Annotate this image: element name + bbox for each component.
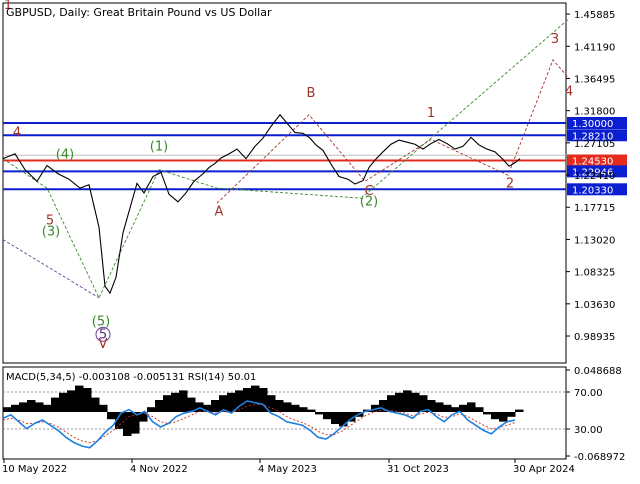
macd-bar	[19, 402, 28, 412]
macd-bar	[3, 407, 12, 412]
macd-bar	[331, 412, 340, 424]
macd-bar	[491, 412, 500, 420]
wave-label: (3)	[42, 224, 60, 239]
macd-bar	[211, 400, 220, 412]
macd-bar	[35, 402, 44, 412]
ind-tick-label: 30.00	[574, 425, 603, 436]
macd-bar	[163, 395, 172, 412]
macd-bar	[411, 392, 420, 412]
ind-tick-label: 70.00	[574, 388, 603, 399]
macd-bar	[315, 412, 324, 415]
x-tick-label: 30 Apr 2024	[513, 464, 575, 475]
wave-label: V	[99, 337, 108, 352]
wave-label: A	[215, 205, 224, 220]
wave-label: (2)	[360, 194, 378, 209]
macd-bar	[387, 395, 396, 412]
macd-bar	[51, 397, 60, 412]
x-tick-label: 4 May 2023	[258, 464, 317, 475]
level-label: 1.20330	[572, 185, 613, 196]
y-tick-label: 1.13020	[574, 235, 615, 246]
macd-bar	[11, 404, 20, 412]
wave-label: 1	[427, 106, 435, 121]
macd-bar	[299, 407, 308, 412]
macd-bar	[179, 390, 188, 412]
macd-bar	[99, 404, 108, 412]
indicator-title: MACD(5,34,5) -0.003108 -0.005131 RSI(14)…	[6, 372, 256, 383]
macd-bar	[227, 392, 236, 412]
macd-bar	[483, 412, 492, 415]
y-tick-label: 1.27105	[574, 139, 615, 150]
macd-bar	[291, 404, 300, 412]
y-tick-label: 1.41190	[574, 42, 615, 53]
wave-label: B	[307, 86, 316, 101]
y-tick-label: 1.31800	[574, 107, 615, 118]
wave-label: 3	[551, 32, 559, 47]
macd-bar	[283, 402, 292, 412]
y-tick-label: 1.08325	[574, 268, 615, 279]
wave-label: 2	[506, 176, 514, 191]
wave-label: 4	[565, 85, 573, 100]
macd-bar	[43, 404, 52, 412]
macd-bar	[123, 412, 132, 436]
macd-bar	[403, 390, 412, 412]
macd-bar	[499, 412, 508, 422]
level-label: 1.30000	[572, 119, 613, 130]
y-tick-label: 1.45885	[574, 10, 615, 21]
gbpusd-chart: 1.30000 1.28210 1.24530 1.22946 1.20330 1 4 (4…	[0, 0, 640, 480]
macd-bar	[475, 407, 484, 412]
macd-bar	[507, 412, 516, 417]
wave-label: (4)	[56, 148, 74, 163]
macd-bar	[27, 400, 36, 412]
macd-bar	[59, 392, 68, 412]
macd-bar	[83, 388, 92, 412]
macd-bar	[251, 385, 260, 412]
y-tick-label: 1.03630	[574, 300, 615, 311]
y-tick-label: 0.98935	[574, 332, 615, 343]
macd-bar	[243, 388, 252, 412]
x-tick-label: 4 Nov 2022	[130, 464, 188, 475]
y-tick-label: 1.22410	[574, 171, 615, 182]
macd-bar	[307, 409, 316, 412]
macd-bar	[435, 402, 444, 412]
macd-bar	[155, 400, 164, 412]
macd-bar	[467, 402, 476, 412]
wave-label: (1)	[150, 139, 168, 154]
macd-bar	[171, 392, 180, 412]
ind-tick-label: -0.068972	[574, 452, 625, 463]
y-tick-label: 1.36495	[574, 74, 615, 85]
macd-bar	[67, 390, 76, 412]
macd-bar	[443, 404, 452, 412]
macd-bar	[339, 412, 348, 427]
ind-tick-label: 0.048688	[574, 366, 622, 377]
chart-canvas: 1.300001.282101.245301.229461.20330 14(4…	[0, 0, 640, 480]
macd-bar	[75, 385, 84, 412]
y-tick-label: 1.17715	[574, 203, 615, 214]
chart-title: GBPUSD, Daily: Great Britain Pound vs US…	[6, 6, 272, 19]
macd-bar	[323, 412, 332, 420]
macd-bar	[107, 412, 116, 420]
macd-bar	[515, 409, 524, 412]
x-tick-label: 10 May 2022	[2, 464, 67, 475]
macd-bar	[195, 402, 204, 412]
wave-label: 4	[13, 126, 21, 141]
x-tick-label: 31 Oct 2023	[387, 464, 449, 475]
macd-bar	[131, 412, 140, 434]
macd-bar	[395, 392, 404, 412]
macd-bar	[91, 397, 100, 412]
macd-bar	[147, 407, 156, 412]
